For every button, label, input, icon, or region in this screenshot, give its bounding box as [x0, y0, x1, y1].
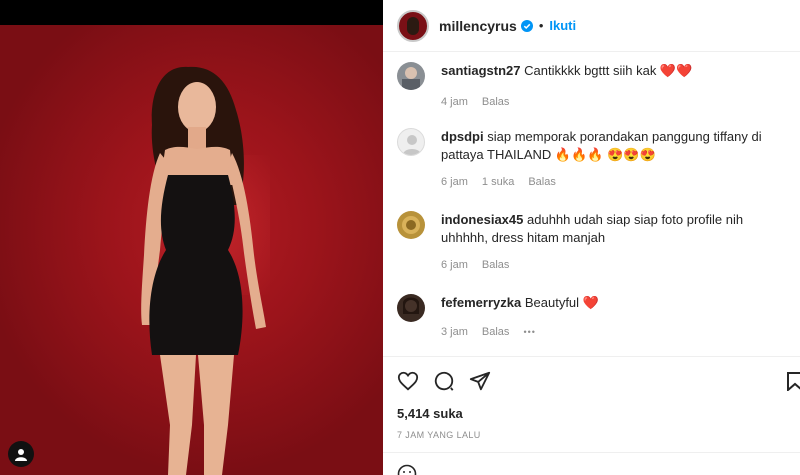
comment-meta: 3 jam Balas ••• — [441, 326, 536, 338]
save-icon[interactable] — [786, 371, 800, 391]
comment-time: 3 jam — [441, 326, 468, 338]
comment-meta: 4 jam Balas — [441, 96, 509, 108]
commenter-avatar[interactable] — [397, 294, 425, 322]
post-panel: millencyrus • Ikuti santiagstn27 Cantikk… — [383, 0, 800, 475]
section-divider — [383, 356, 800, 357]
comment-message: Beautyful ❤️ — [524, 295, 599, 310]
comment-message: siap memporak porandakan panggung tiffan… — [441, 129, 762, 162]
likes-count[interactable]: 5,414 suka — [397, 406, 463, 421]
comments-list[interactable]: santiagstn27 Cantikkkk bgttt siih kak ❤️… — [383, 52, 800, 354]
post-photo[interactable] — [0, 25, 383, 475]
comment-text: indonesiax45 aduhhh udah siap siap foto … — [441, 211, 791, 247]
avatar[interactable] — [397, 9, 429, 42]
heart-icon[interactable] — [397, 370, 419, 392]
reply-button[interactable]: Balas — [482, 96, 510, 108]
post-timestamp: 7 JAM YANG LALU — [397, 430, 481, 440]
reply-button[interactable]: Balas — [482, 326, 510, 338]
comment-likes[interactable]: 1 suka — [482, 176, 514, 188]
post-media[interactable] — [0, 0, 383, 475]
comment-text: santiagstn27 Cantikkkk bgttt siih kak ❤️… — [441, 62, 791, 80]
emoji-icon[interactable] — [397, 464, 417, 475]
tag-user-icon — [15, 449, 27, 461]
post-header: millencyrus • Ikuti — [383, 0, 800, 52]
follow-button[interactable]: Ikuti — [549, 18, 576, 33]
header-separator: • — [538, 18, 544, 33]
tag-user-button[interactable] — [8, 441, 34, 467]
comment-username[interactable]: indonesiax45 — [441, 212, 523, 227]
reply-button[interactable]: Balas — [528, 176, 556, 188]
comment-time: 6 jam — [441, 176, 468, 188]
comment-icon[interactable] — [433, 370, 455, 392]
share-icon[interactable] — [469, 370, 491, 392]
action-bar — [397, 369, 491, 393]
comment-meta: 6 jam 1 suka Balas — [441, 176, 556, 188]
woman-figure — [141, 66, 266, 475]
post-username[interactable]: millencyrus — [439, 18, 517, 34]
comment-text: fefemerryzka Beautyful ❤️ — [441, 294, 791, 312]
verified-badge-icon — [520, 19, 533, 32]
commenter-avatar[interactable] — [397, 62, 425, 90]
more-options-button[interactable]: ••• — [523, 327, 535, 337]
reply-button[interactable]: Balas — [482, 259, 510, 271]
comment-username[interactable]: santiagstn27 — [441, 63, 520, 78]
comment-message: Cantikkkk bgttt siih kak ❤️❤️ — [524, 63, 693, 78]
comment-username[interactable]: fefemerryzka — [441, 295, 521, 310]
commenter-avatar[interactable] — [397, 211, 425, 239]
media-top-bar — [0, 0, 383, 25]
comment-username[interactable]: dpsdpi — [441, 129, 484, 144]
comment-time: 6 jam — [441, 259, 468, 271]
comment-text: dpsdpi siap memporak porandakan panggung… — [441, 128, 791, 164]
comment-time: 4 jam — [441, 96, 468, 108]
commenter-avatar[interactable] — [397, 128, 425, 156]
comment-meta: 6 jam Balas — [441, 259, 509, 271]
section-divider — [383, 452, 800, 453]
